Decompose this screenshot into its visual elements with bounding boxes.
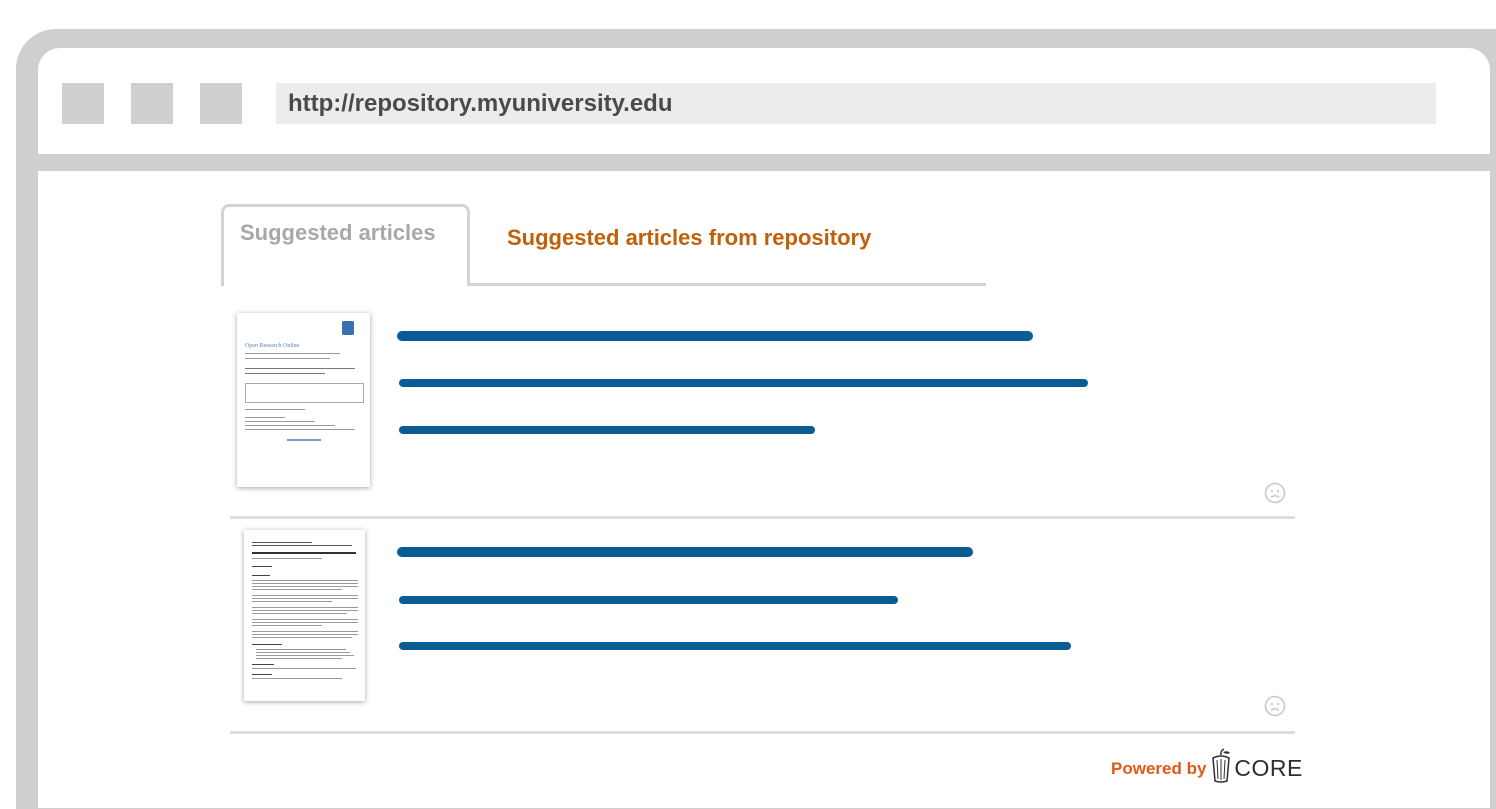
thumb-rule (252, 583, 358, 584)
thumb-rule (256, 652, 350, 653)
powered-by-core[interactable]: Powered by CORE (1111, 744, 1303, 784)
thumb-rule (256, 655, 354, 656)
article-thumbnail[interactable] (244, 530, 365, 701)
thumb-rule (252, 664, 274, 665)
thumb-rule (252, 674, 272, 675)
thumb-rule (252, 678, 342, 679)
reload-button[interactable] (200, 83, 242, 124)
thumb-rule (245, 429, 355, 430)
thumb-rule (252, 542, 312, 543)
article-authors-bar (399, 379, 1088, 387)
tab-suggested-articles-label: Suggested articles (240, 220, 436, 245)
thumb-rule (252, 586, 358, 587)
thumb-rule (252, 595, 358, 596)
thumb-rule (245, 358, 330, 359)
thumb-rule (245, 353, 340, 354)
thumb-footer-link (287, 439, 321, 441)
thumb-rule (252, 668, 356, 669)
thumb-rule (252, 607, 358, 608)
thumb-header: Open Research Online (245, 343, 300, 349)
core-brand-text: CORE (1234, 755, 1303, 781)
article-meta-bar (399, 426, 815, 434)
thumb-rule (252, 589, 342, 590)
article-meta-bar (399, 642, 1071, 650)
tab-suggested-articles-from-repository[interactable]: Suggested articles from repository (507, 225, 871, 251)
thumb-rule (252, 622, 358, 623)
thumb-rule (252, 601, 332, 602)
thumb-rule (245, 425, 335, 426)
powered-by-label: Powered by (1111, 759, 1207, 778)
thumb-rule (245, 417, 285, 418)
thumb-title-rule (252, 552, 356, 554)
thumb-rule (252, 566, 272, 567)
thumb-rule (245, 373, 325, 374)
toolbar-divider (38, 154, 1490, 171)
thumb-box (245, 383, 364, 403)
thumb-rule (252, 613, 347, 614)
article-title-bar[interactable] (397, 331, 1033, 341)
sad-face-icon[interactable] (1264, 482, 1286, 504)
thumb-rule (252, 598, 358, 599)
thumb-rule (252, 631, 358, 632)
thumb-rule (252, 637, 352, 638)
sad-face-icon[interactable] (1264, 695, 1286, 717)
thumb-rule (252, 580, 358, 581)
thumb-rule (256, 649, 346, 650)
back-button[interactable] (62, 83, 104, 124)
article-thumbnail[interactable]: Open Research Online (237, 313, 370, 487)
thumb-rule (252, 558, 322, 559)
core-apple-icon (1212, 748, 1231, 783)
logo-icon (342, 321, 354, 335)
thumb-rule (252, 545, 352, 546)
article-authors-bar (399, 596, 898, 604)
thumb-rule (245, 409, 305, 410)
thumb-rule (252, 575, 270, 576)
thumb-rule (245, 368, 355, 369)
article-divider (230, 516, 1295, 519)
article-divider (230, 731, 1295, 734)
thumb-rule (252, 625, 322, 626)
thumb-rule (252, 644, 282, 645)
url-text: http://repository.myuniversity.edu (288, 89, 673, 117)
address-bar[interactable]: http://repository.myuniversity.edu (276, 83, 1436, 124)
thumb-rule (245, 421, 315, 422)
thumb-rule (252, 619, 358, 620)
tab-underline (468, 283, 986, 286)
thumb-rule (256, 658, 342, 659)
forward-button[interactable] (131, 83, 173, 124)
thumb-rule (252, 610, 358, 611)
article-title-bar[interactable] (397, 547, 973, 557)
thumb-rule (252, 634, 358, 635)
